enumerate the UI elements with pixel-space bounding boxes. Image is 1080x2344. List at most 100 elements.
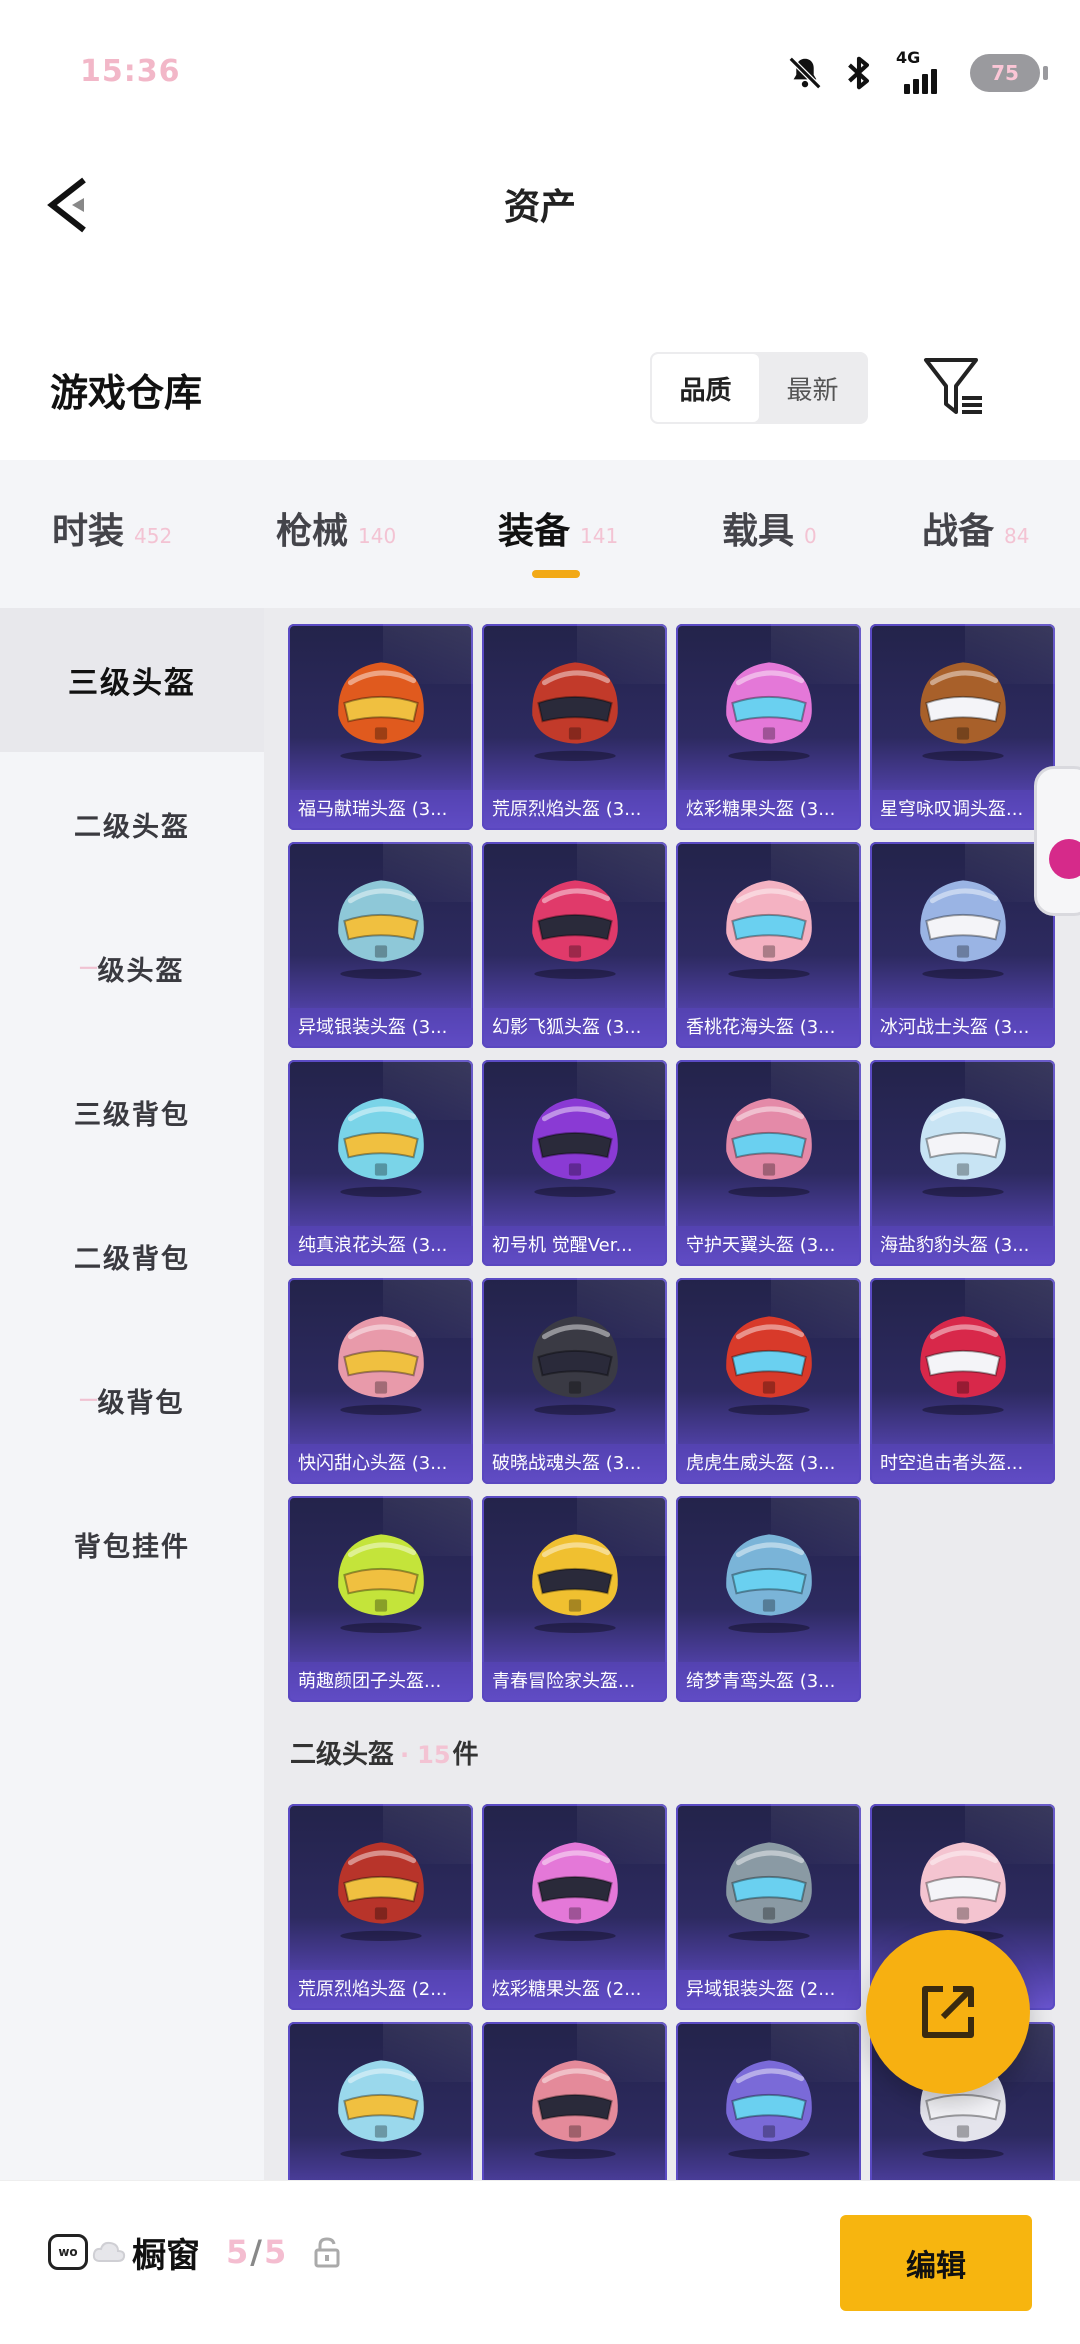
tab-equipment[interactable]: 装备 141 [498,502,618,554]
item-name: 虎虎生威头盔 (3... [676,1444,861,1484]
helmet-icon [726,662,812,761]
level3-helmet-card[interactable]: 虎虎生威头盔 (3... [676,1278,861,1484]
showcase-slots: 5/5 [226,2233,286,2271]
helmet-icon [532,1316,618,1415]
level2-helmet-card[interactable] [676,2022,861,2180]
level3-helmet-card[interactable]: 炫彩糖果头盔 (3... [676,624,861,830]
sidebar-item-backpack-charm[interactable]: 背包挂件 [0,1472,264,1616]
subcategory-sidebar: 三级头盔 二级头盔 一级头盔 三级背包 二级背包 一级背包 背包挂件 [0,608,264,2180]
sidebar-item-label: 三级头盔 [68,666,196,701]
sort-quality-option[interactable]: 品质 [652,354,759,422]
level2-helmet-card[interactable] [288,2022,473,2180]
item-name: 初号机 觉醒Ver... [482,1226,667,1266]
level3-helmet-card[interactable]: 福马献瑞头盔 (3... [288,624,473,830]
slots-used: 5 [226,2233,249,2271]
category-tabs: 时装 452 枪械 140 装备 141 载具 0 战备 84 [0,460,1080,608]
sidebar-item-level1-backpack[interactable]: 一级背包 [0,1328,264,1472]
item-name: 香桃花海头盔 (3... [676,1008,861,1048]
sidebar-item-level2-helmet[interactable]: 二级头盔 [0,752,264,896]
item-name: 海盐豹豹头盔 (3... [870,1226,1055,1266]
lock-icon[interactable] [312,2236,342,2268]
level3-helmet-card[interactable]: 异域银装头盔 (3... [288,842,473,1048]
wo-logo-icon: wo [48,2234,88,2270]
item-name: 纯真浪花头盔 (3... [288,1226,473,1266]
sidebar-item-level1-helmet[interactable]: 一级头盔 [0,896,264,1040]
filter-icon[interactable] [922,354,988,420]
sort-newest-option[interactable]: 最新 [759,354,866,422]
level3-helmet-card[interactable]: 星穹咏叹调头盔... [870,624,1055,830]
status-time: 15:36 [80,54,181,89]
level3-helmet-card[interactable]: 快闪甜心头盔 (3... [288,1278,473,1484]
tab-label: 装备 [498,511,571,552]
level3-helmet-card[interactable]: 青春冒险家头盔... [482,1496,667,1702]
helmet-icon [726,1842,812,1941]
level3-helmet-card[interactable]: 守护天翼头盔 (3... [676,1060,861,1266]
tab-label: 时装 [52,511,125,552]
tab-weapons[interactable]: 枪械 140 [276,502,396,554]
bell-muted-icon [788,56,822,90]
sidebar-item-level3-backpack[interactable]: 三级背包 [0,1040,264,1184]
level2-helmet-card[interactable]: 炫彩糖果头盔 (2... [482,1804,667,2010]
tab-count: 0 [804,524,817,548]
level3-helmet-card[interactable]: 绮梦青鸾头盔 (3... [676,1496,861,1702]
tab-vehicles[interactable]: 载具 0 [722,502,817,554]
helmet-icon [920,880,1006,979]
item-name: 冰河战士头盔 (3... [870,1008,1055,1048]
level3-helmet-card[interactable]: 破晓战魂头盔 (3... [482,1278,667,1484]
level3-helmet-card[interactable]: 荒原烈焰头盔 (3... [482,624,667,830]
helmet-icon [338,2060,424,2159]
level3-helmet-card[interactable]: 时空追击者头盔... [870,1278,1055,1484]
level2-helmet-card[interactable]: 荒原烈焰头盔 (2... [288,1804,473,2010]
level3-helmet-card[interactable]: 幻影飞狐头盔 (3... [482,842,667,1048]
sidebar-item-label: 三级背包 [74,1099,190,1131]
section-header-level2: 二级头盔 · 15 件 [290,1734,479,1771]
status-icons: 4G 75 [786,48,1048,96]
level3-helmet-card[interactable]: 冰河战士头盔 (3... [870,842,1055,1048]
level3-helmet-card[interactable]: 萌趣颜团子头盔... [288,1496,473,1702]
level2-helmet-card[interactable] [482,2022,667,2180]
item-name: 守护天翼头盔 (3... [676,1226,861,1266]
bottom-bar: wo 橱窗 5/5 编辑 [0,2180,1080,2344]
floating-side-widget[interactable] [1034,766,1080,916]
slots-total: 5 [263,2233,287,2271]
tab-fashion[interactable]: 时装 452 [52,502,172,554]
level3-helmet-card[interactable]: 纯真浪花头盔 (3... [288,1060,473,1266]
helmet-icon [338,1316,424,1415]
helmet-icon [726,2060,812,2159]
sidebar-item-level3-helmet[interactable]: 三级头盔 [0,608,264,752]
level2-helmet-card[interactable]: 异域银装头盔 (2... [676,1804,861,2010]
battery-level: 75 [991,61,1019,85]
helmet-icon [920,1316,1006,1415]
helmet-icon [338,662,424,761]
sidebar-item-label: 背包挂件 [74,1531,190,1563]
showcase-info: wo 橱窗 5/5 [48,2221,342,2283]
helmet-icon [920,662,1006,761]
level3-helmet-card[interactable]: 香桃花海头盔 (3... [676,842,861,1048]
cloud-icon [92,2241,126,2262]
sidebar-item-label: 二级背包 [74,1243,190,1275]
sidebar-item-label: 二级头盔 [74,811,190,843]
level3-helmet-card[interactable]: 初号机 觉醒Ver... [482,1060,667,1266]
item-name: 炫彩糖果头盔 (2... [482,1970,667,2010]
helmet-icon [338,880,424,979]
item-name: 荒原烈焰头盔 (3... [482,790,667,830]
sidebar-item-prefix: 一 [79,959,98,980]
sidebar-item-level2-backpack[interactable]: 二级背包 [0,1184,264,1328]
item-name: 时空追击者头盔... [870,1444,1055,1484]
edit-button[interactable]: 编辑 [840,2215,1032,2311]
network-type: 4G [896,48,921,67]
item-name: 绮梦青鸾头盔 (3... [676,1662,861,1702]
slots-separator: / [250,2233,262,2271]
level3-helmet-card[interactable]: 海盐豹豹头盔 (3... [870,1060,1055,1266]
share-button[interactable] [866,1930,1030,2094]
page-title: 资产 [503,187,576,228]
item-name: 萌趣颜团子头盔... [288,1662,473,1702]
storage-title: 游戏仓库 [50,371,203,415]
helmet-icon [920,1098,1006,1197]
tab-supplies[interactable]: 战备 84 [922,502,1029,554]
section-count: 15 [417,1741,451,1769]
tab-label: 载具 [722,511,795,552]
item-name: 炫彩糖果头盔 (3... [676,790,861,830]
helmet-icon [726,1098,812,1197]
active-tab-indicator [532,570,580,578]
